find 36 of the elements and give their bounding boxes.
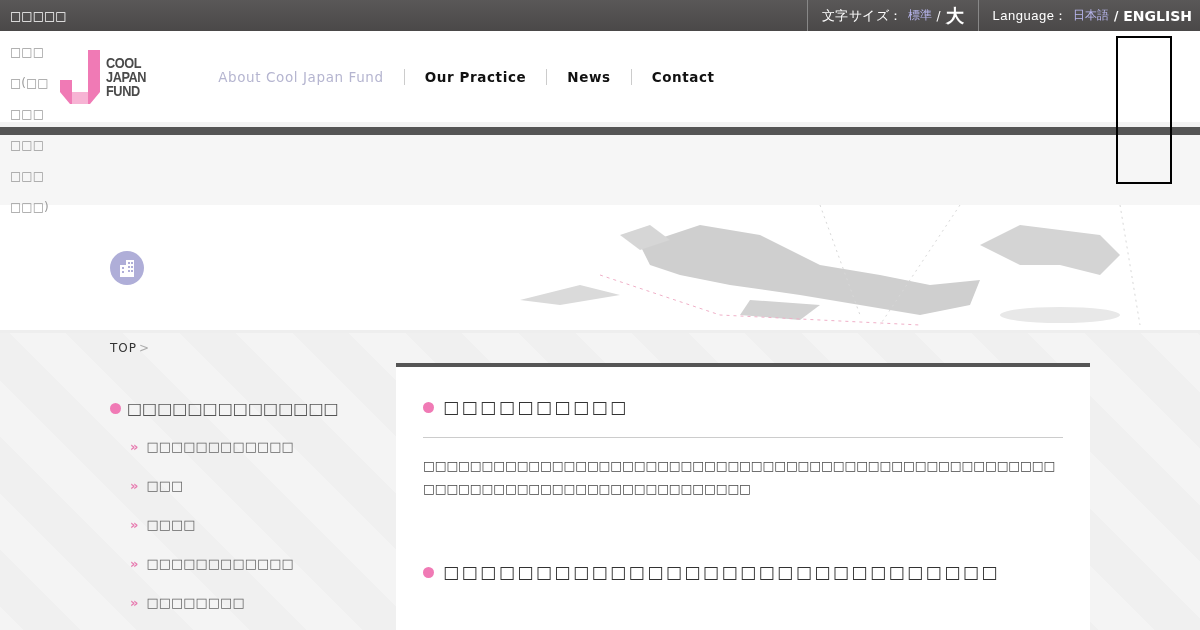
- chevron-icon: »: [130, 595, 139, 610]
- menu-frame[interactable]: [1116, 36, 1172, 184]
- nav-link[interactable]: Contact: [631, 68, 735, 85]
- sidebar-title[interactable]: □□□□□□□□□□□□□□: [110, 399, 339, 418]
- logo-text: COOL: [106, 55, 143, 70]
- sidebar-link[interactable]: » □□□□□□□□□□□□: [130, 549, 294, 578]
- font-size-option[interactable]: 標準: [907, 7, 932, 24]
- site-label: □□□□□: [10, 8, 67, 23]
- overflow-text: □□□□(□□□□□□□□□□□□□□): [10, 44, 50, 216]
- chevron-icon: »: [130, 439, 139, 454]
- section-heading: □□□□□□□□□□: [423, 397, 1063, 417]
- breadcrumb-link[interactable]: TOP: [110, 341, 137, 355]
- language-label: Language：: [992, 6, 1068, 25]
- logo-text: JAPAN: [106, 69, 147, 84]
- sidebar-link[interactable]: » □□□□□□□□□□□□: [130, 432, 294, 461]
- separator: /: [1113, 8, 1119, 23]
- sidebar-link[interactable]: » □□□□: [130, 510, 196, 539]
- nav-link[interactable]: News: [547, 68, 631, 85]
- chevron-icon: »: [130, 478, 139, 493]
- chevron-icon: »: [130, 517, 139, 532]
- font-size-label: 文字サイズ：: [821, 6, 903, 25]
- breadcrumb-separator: >: [139, 341, 150, 355]
- nav-link[interactable]: Our Practice: [404, 68, 547, 85]
- logo-icon: [60, 49, 102, 104]
- building-icon: [110, 250, 144, 285]
- separator: /: [936, 8, 941, 23]
- sidebar-link[interactable]: » □□□: [130, 471, 184, 500]
- sidebar-link[interactable]: » □□□□□□□□: [130, 588, 245, 617]
- logo[interactable]: COOL JAPAN FUND: [60, 49, 154, 104]
- chevron-icon: »: [130, 556, 139, 571]
- logo-text: FUND: [106, 83, 140, 98]
- section-heading: □□□□□□□□□□□□□□□□□□□□□□□□□□□□□□: [423, 562, 1063, 582]
- section-text: □□□□□□□□□□□□□□□□□□□□□□□□□□□□□□□□□□□□□□□□□□□□□□□□□□□□□□□□□□□□□□□□□□□□□□□□□□□□□□□□□□: [423, 457, 1057, 498]
- language-option[interactable]: 日本語: [1072, 7, 1109, 24]
- language-option[interactable]: ENGLISH: [1123, 7, 1192, 24]
- font-size-option[interactable]: 大: [945, 3, 964, 28]
